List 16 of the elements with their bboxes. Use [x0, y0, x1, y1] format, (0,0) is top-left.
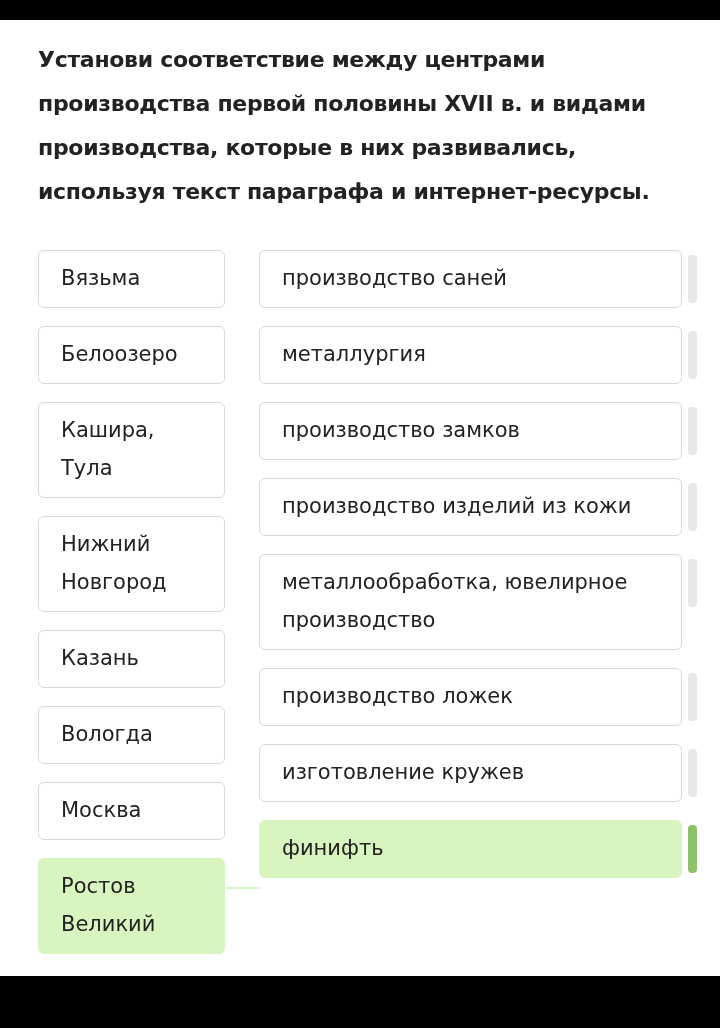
source-item[interactable]: Москва [38, 782, 225, 840]
target-item[interactable]: производство изделий из кожи [259, 478, 682, 536]
task-text: Установи соответствие между центрами производства первой половины XVII в. и видами производства, которые в них развивались, используя текст параграфа и интернет-ресурсы. [38, 46, 651, 206]
target-item[interactable]: финифть [259, 820, 682, 878]
target-item[interactable]: производство саней [259, 250, 682, 308]
target-item[interactable]: производство замков [259, 402, 682, 460]
target-item[interactable]: металлургия [259, 326, 682, 384]
source-item[interactable]: Белоозеро [38, 326, 225, 384]
target-item[interactable]: металлообработка, ювелирное производство [259, 554, 682, 650]
source-item[interactable]: Кашира, Тула [38, 402, 225, 498]
source-item[interactable]: Вязьма [38, 250, 225, 308]
source-item[interactable]: Вологда [38, 706, 225, 764]
source-item[interactable]: Казань [38, 630, 225, 688]
target-item[interactable]: производство ложек [259, 668, 682, 726]
target-item[interactable]: изготовление кружев [259, 744, 682, 802]
source-item[interactable]: Нижний Новгород [38, 516, 225, 612]
